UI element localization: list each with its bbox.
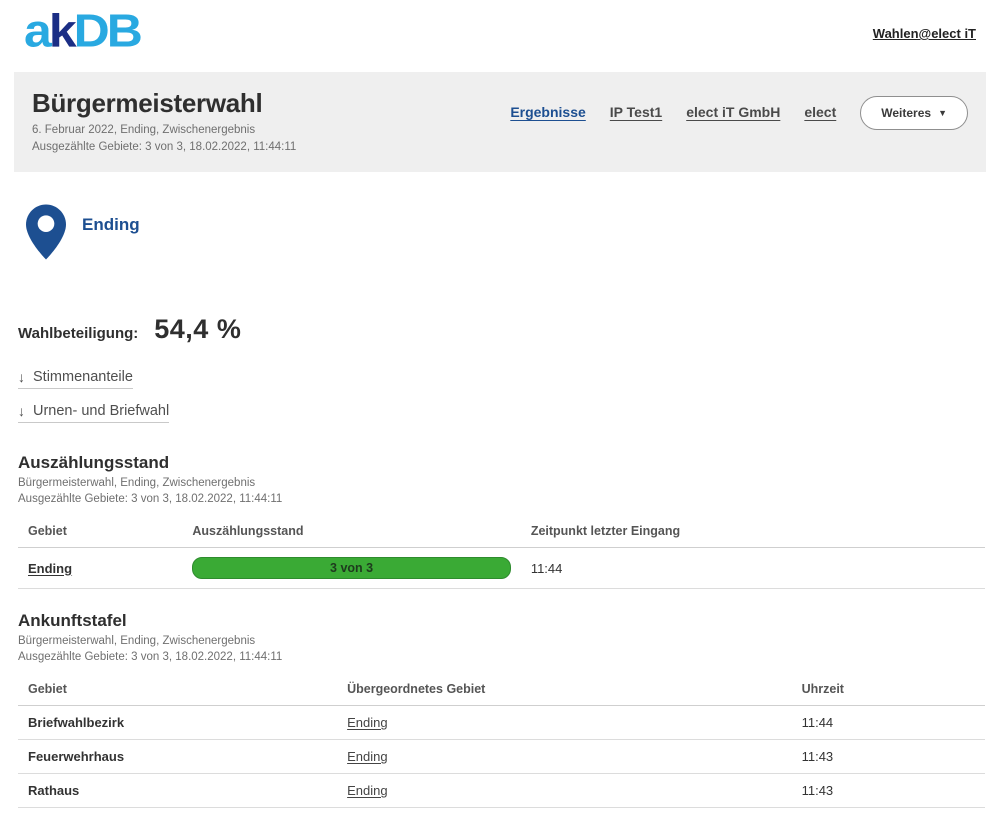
akdb-logo[interactable]: akDB (24, 6, 140, 56)
arrival-board-section: Ankunftstafel Bürgermeisterwahl, Ending,… (18, 611, 985, 808)
arrival-time: 11:43 (792, 740, 985, 774)
collapse-link-stimmenanteile[interactable]: ↓ Stimmenanteile (18, 369, 133, 389)
count-status-section: Auszählungsstand Bürgermeisterwahl, Endi… (18, 453, 985, 589)
location-row: Ending (26, 200, 985, 268)
nav-item-elect[interactable]: elect (804, 104, 836, 120)
table-row: Rathaus Ending 11:43 (18, 774, 985, 808)
parent-gebiet-link[interactable]: Ending (347, 749, 387, 764)
gebiet-link-ending[interactable]: Ending (28, 561, 72, 576)
more-button[interactable]: Weiteres ▼ (860, 96, 968, 130)
main-content: Ending Wahlbeteiligung: 54,4 % ↓ Stimmen… (0, 200, 1000, 808)
column-header-auszaehlungsstand: Auszählungsstand (182, 515, 520, 548)
table-row: Ending 3 von 3 11:44 (18, 548, 985, 589)
page-title: Bürgermeisterwahl (32, 88, 296, 119)
arrow-down-icon: ↓ (18, 369, 25, 385)
nav-item-elect-it-gmbh[interactable]: elect iT GmbH (686, 104, 780, 120)
nav-item-ergebnisse[interactable]: Ergebnisse (510, 104, 585, 120)
nav-item-ip-test1[interactable]: IP Test1 (610, 104, 662, 120)
top-bar: akDB Wahlen@elect iT (0, 0, 1000, 72)
section-title: Auszählungsstand (18, 453, 985, 473)
turnout-value: 54,4 % (154, 314, 241, 345)
section-subtitle-2: Ausgezählte Gebiete: 3 von 3, 18.02.2022… (18, 651, 985, 663)
turnout-row: Wahlbeteiligung: 54,4 % (18, 314, 985, 345)
progress-track: 3 von 3 (192, 557, 510, 579)
election-title-block: Bürgermeisterwahl 6. Februar 2022, Endin… (32, 88, 296, 158)
collapse-link-label: Urnen- und Briefwahl (33, 403, 169, 419)
collapse-link-label: Stimmenanteile (33, 369, 133, 385)
table-row: Feuerwehrhaus Ending 11:43 (18, 740, 985, 774)
section-subtitle-1: Bürgermeisterwahl, Ending, Zwischenergeb… (18, 635, 985, 647)
arrow-down-icon: ↓ (18, 403, 25, 419)
account-link[interactable]: Wahlen@elect iT (873, 26, 976, 41)
collapsible-links: ↓ Stimmenanteile ↓ Urnen- und Briefwahl (18, 369, 985, 423)
arrival-board-table: Gebiet Übergeordnetes Gebiet Uhrzeit Bri… (18, 673, 985, 808)
last-entry-time: 11:44 (521, 548, 985, 589)
election-header-band: Bürgermeisterwahl 6. Februar 2022, Endin… (14, 72, 986, 172)
logo-letter-k: k (49, 5, 74, 57)
map-pin-icon (26, 204, 66, 265)
count-status-table: Gebiet Auszählungsstand Zeitpunkt letzte… (18, 515, 985, 589)
parent-gebiet-link[interactable]: Ending (347, 783, 387, 798)
gebiet-name: Feuerwehrhaus (18, 740, 337, 774)
collapse-link-urnen-briefwahl[interactable]: ↓ Urnen- und Briefwahl (18, 403, 169, 423)
column-header-gebiet: Gebiet (18, 673, 337, 706)
location-name: Ending (82, 215, 140, 235)
header-nav: Ergebnisse IP Test1 elect iT GmbH elect … (510, 104, 968, 158)
logo-letters-db: DB (74, 5, 140, 57)
section-subtitle-2: Ausgezählte Gebiete: 3 von 3, 18.02.2022… (18, 493, 985, 505)
section-title: Ankunftstafel (18, 611, 985, 631)
parent-gebiet-link[interactable]: Ending (347, 715, 387, 730)
table-row: Briefwahlbezirk Ending 11:44 (18, 706, 985, 740)
column-header-gebiet: Gebiet (18, 515, 182, 548)
chevron-down-icon: ▼ (938, 108, 947, 118)
gebiet-name: Briefwahlbezirk (18, 706, 337, 740)
more-button-label: Weiteres (881, 106, 931, 120)
turnout-label: Wahlbeteiligung: (18, 325, 138, 342)
section-subtitle-1: Bürgermeisterwahl, Ending, Zwischenergeb… (18, 477, 985, 489)
gebiet-name: Rathaus (18, 774, 337, 808)
column-header-zeitpunkt: Zeitpunkt letzter Eingang (521, 515, 985, 548)
arrival-time: 11:43 (792, 774, 985, 808)
column-header-uhrzeit: Uhrzeit (792, 673, 985, 706)
logo-letter-a: a (24, 5, 49, 57)
arrival-time: 11:44 (792, 706, 985, 740)
election-subtitle-1: 6. Februar 2022, Ending, Zwischenergebni… (32, 124, 296, 136)
election-subtitle-2: Ausgezählte Gebiete: 3 von 3, 18.02.2022… (32, 141, 296, 153)
column-header-uebergeordnetes-gebiet: Übergeordnetes Gebiet (337, 673, 791, 706)
progress-bar: 3 von 3 (192, 557, 510, 579)
